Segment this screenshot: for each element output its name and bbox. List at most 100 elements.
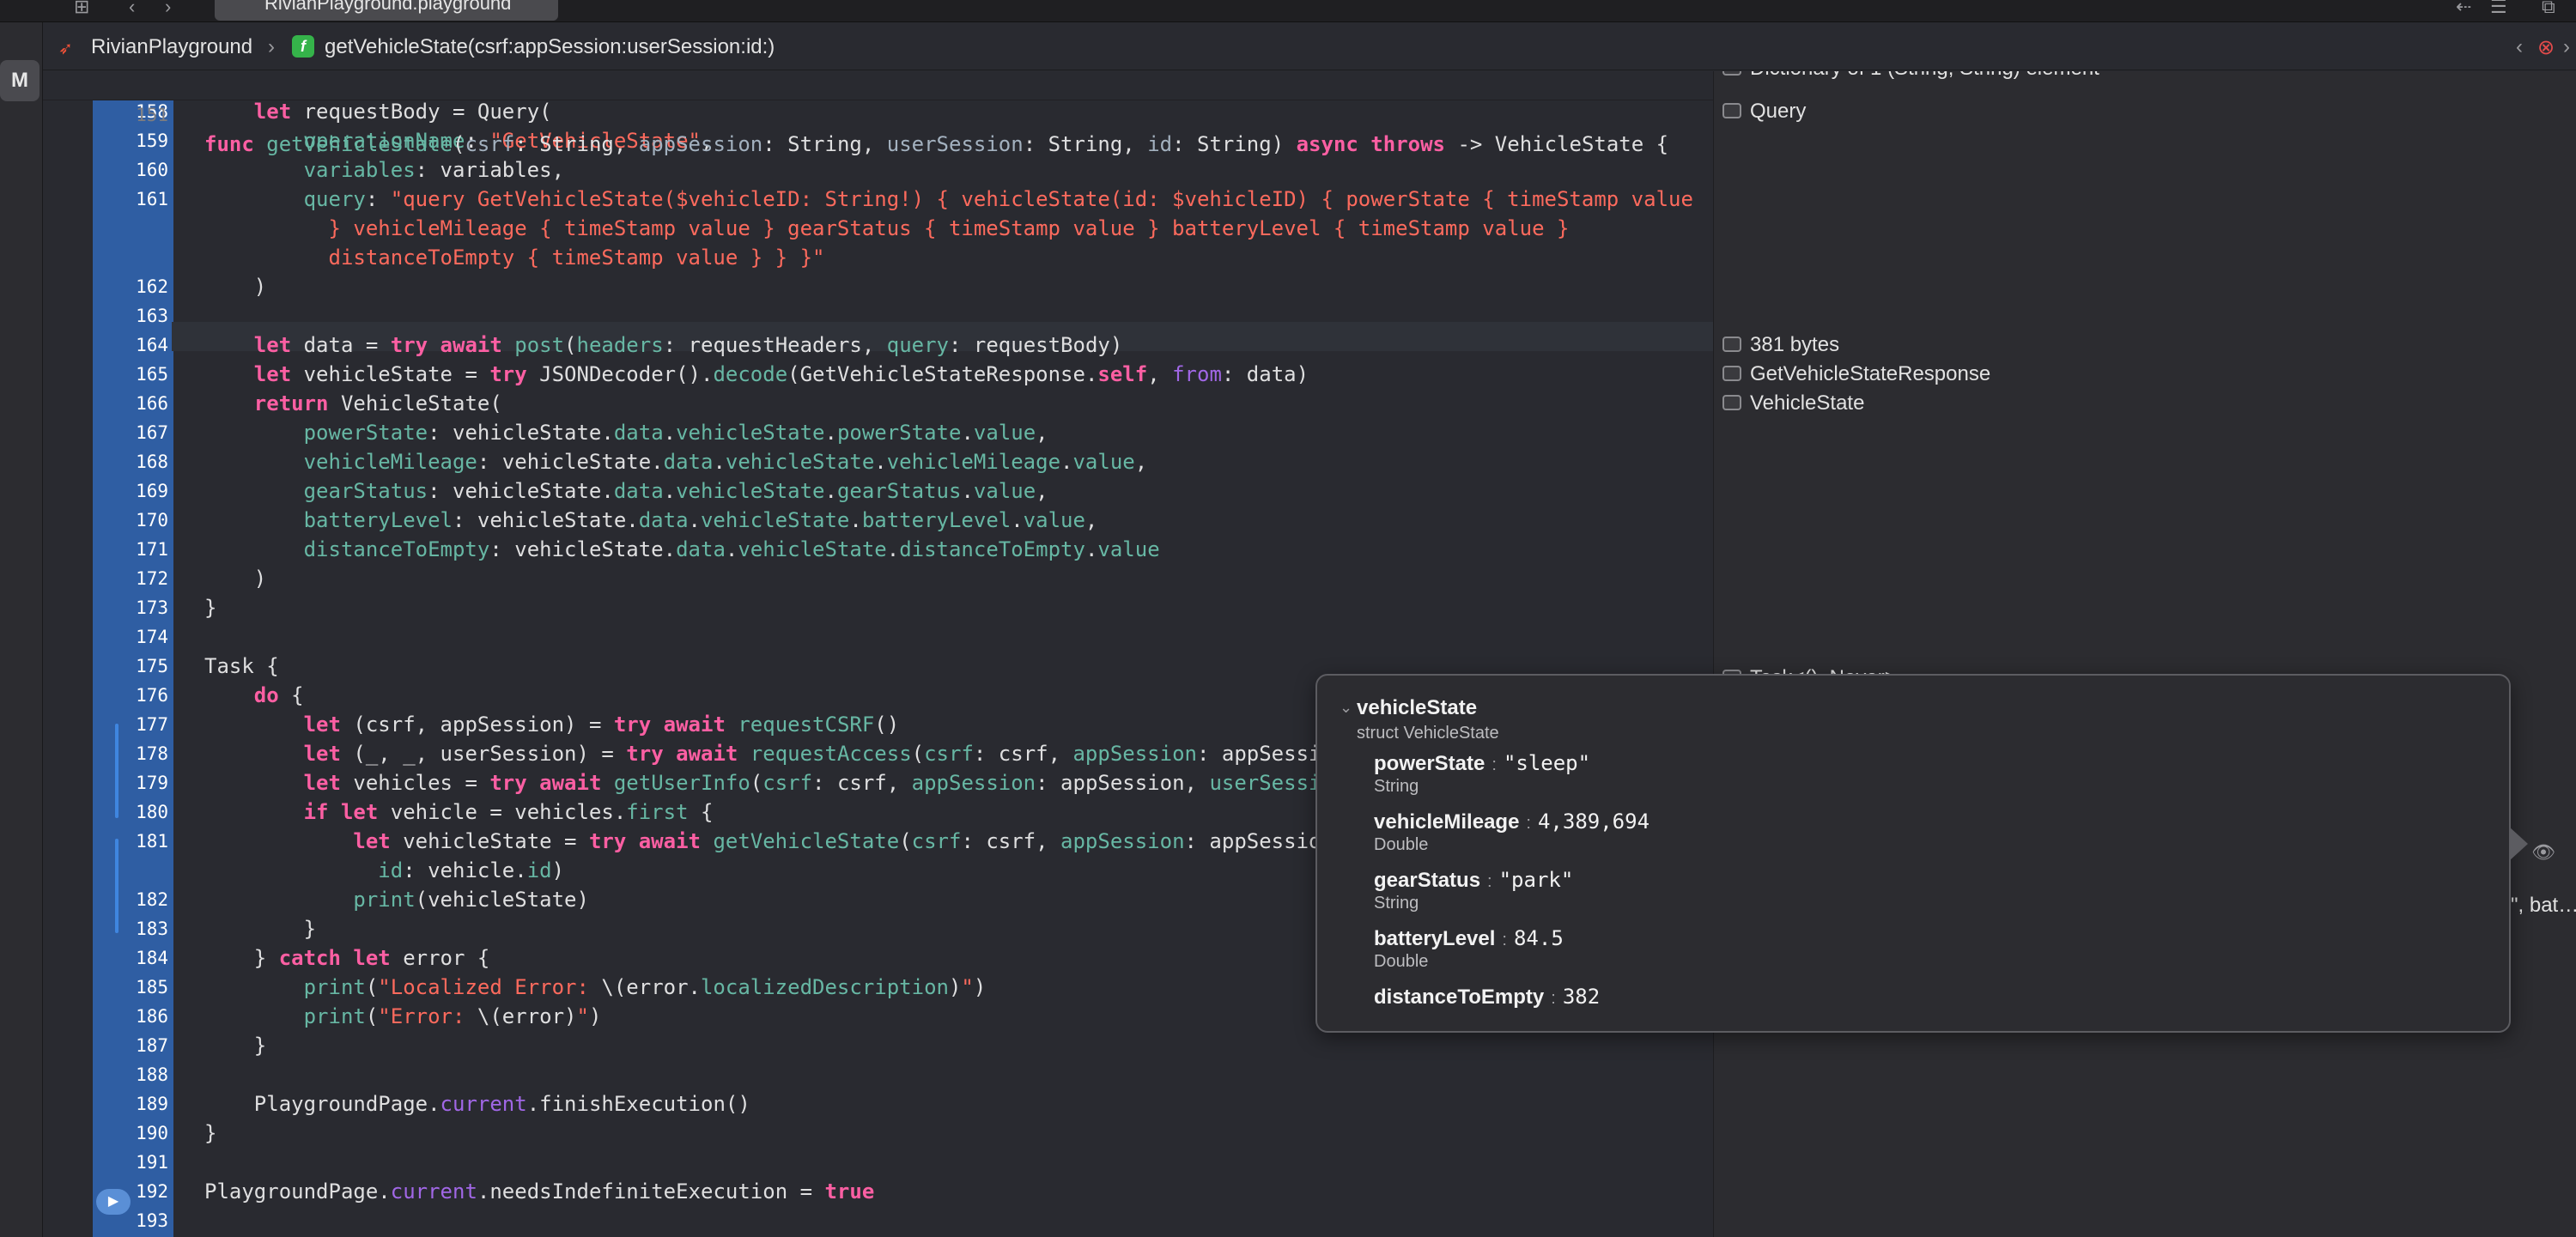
line-number[interactable]: 163 [94,301,168,330]
quick-look-icon[interactable] [1722,365,1741,381]
code-token: : vehicleState. [452,508,639,532]
line-number[interactable]: 164 [94,330,168,360]
code-line[interactable]: 190} [43,1119,1713,1148]
line-number[interactable]: 191 [94,1148,168,1177]
split-left-icon[interactable]: ⇠ [2456,0,2471,16]
code-token: id [526,858,552,882]
code-line[interactable]: } vehicleMileage { timeStamp value } gea… [43,214,1713,243]
code-token: decode [713,362,788,386]
line-number[interactable]: 177 [94,710,168,739]
line-number[interactable]: 162 [94,272,168,301]
result-item[interactable]: Dictionary of 1 (String, String) element [1722,71,2099,83]
code-line[interactable]: 170 batteryLevel: vehicleState.data.vehi… [43,506,1713,535]
code-line[interactable]: 162 ) [43,272,1713,301]
editor-options-icon[interactable]: ⧉ [2542,0,2555,16]
eye-icon[interactable]: 👁 [2531,841,2561,863]
result-item[interactable]: 381 bytes [1722,330,1839,360]
code-line[interactable]: 167 powerState: vehicleState.data.vehicl… [43,418,1713,447]
line-number[interactable]: 175 [94,652,168,681]
line-number[interactable]: 187 [94,1031,168,1060]
line-number[interactable]: 174 [94,622,168,652]
line-number[interactable]: 189 [94,1089,168,1119]
error-indicator-icon[interactable]: ⊗ [2537,35,2555,60]
modified-badge[interactable]: M [0,60,39,101]
line-number[interactable]: 169 [94,476,168,506]
code-token: . [849,508,862,532]
code-line[interactable]: 164 let data = try await post(headers: r… [43,330,1713,360]
code-line[interactable]: 191 [43,1148,1713,1177]
related-items-icon[interactable]: ☰ [2490,0,2507,16]
code-line[interactable]: 158 let requestBody = Query( [43,97,1713,126]
code-line[interactable]: 166 return VehicleState( [43,389,1713,418]
next-issue-icon[interactable]: › [2563,35,2570,59]
code-line[interactable]: 187 } [43,1031,1713,1060]
line-number[interactable]: 188 [94,1060,168,1089]
grid-icon[interactable]: ⊞ [74,0,89,16]
line-number[interactable]: 178 [94,739,168,768]
line-number[interactable]: 165 [94,360,168,389]
line-number[interactable]: 190 [94,1119,168,1148]
code-line[interactable]: 169 gearStatus: vehicleState.data.vehicl… [43,476,1713,506]
code-editor[interactable]: 158 let requestBody = Query(159 operatio… [43,71,1713,1237]
code-line[interactable]: 174 [43,622,1713,652]
line-number[interactable]: 186 [94,1002,168,1031]
code-line[interactable]: 171 distanceToEmpty: vehicleState.data.v… [43,535,1713,564]
code-token: -> VehicleState { [1445,132,1669,156]
breadcrumb-function[interactable]: getVehicleState(csrf:appSession:userSess… [325,35,775,59]
sticky-function-header[interactable]: 151 func getVehicleState(csrf: String, a… [43,71,1713,156]
forward-icon[interactable]: › [165,0,171,16]
line-number[interactable]: 182 [94,885,168,914]
line-number[interactable]: 171 [94,535,168,564]
code-line[interactable]: 193 [43,1206,1713,1235]
code-text: if let vehicle = vehicles.first { [204,797,714,827]
collapse-chevron-icon[interactable]: ⌄ [1340,699,1352,717]
result-item[interactable]: Query [1722,97,1806,126]
line-number[interactable]: 168 [94,447,168,476]
line-number[interactable]: 183 [94,914,168,943]
line-number[interactable]: 173 [94,593,168,622]
back-icon[interactable]: ‹ [129,0,135,16]
code-line[interactable]: 188 [43,1060,1713,1089]
line-number[interactable]: 181 [94,827,168,856]
line-number[interactable]: 159 [94,126,168,155]
result-item[interactable]: VehicleState [1722,389,1864,418]
code-line[interactable]: 173} [43,593,1713,622]
line-number[interactable]: 180 [94,797,168,827]
line-number[interactable]: 179 [94,768,168,797]
code-line[interactable]: 172 ) [43,564,1713,593]
line-number[interactable]: 166 [94,389,168,418]
result-item[interactable]: GetVehicleStateResponse [1722,360,1990,389]
code-line[interactable]: 192 PlaygroundPage.current.needsIndefinit… [43,1177,1713,1206]
code-line[interactable]: 168 vehicleMileage: vehicleState.data.ve… [43,447,1713,476]
line-number[interactable]: 160 [94,155,168,185]
run-to-line-button[interactable]: ▶ [96,1189,131,1215]
quick-look-icon[interactable] [1722,394,1741,410]
line-number[interactable]: 170 [94,506,168,535]
line-number[interactable]: 172 [94,564,168,593]
breadcrumb-project[interactable]: RivianPlayground [91,35,252,59]
field-name: gearStatus [1374,869,1481,892]
code-line[interactable]: distanceToEmpty { timeStamp value } } }" [43,243,1713,272]
code-token: : variables, [415,158,565,182]
result-label: Dictionary of 1 (String, String) element [1750,71,2099,80]
code-token: data [676,537,726,561]
code-line[interactable]: 160 variables: variables, [43,155,1713,185]
quick-look-icon[interactable] [1722,336,1741,352]
code-token: do [253,683,279,707]
code-token: ( [365,1004,379,1028]
line-number[interactable]: 185 [94,973,168,1002]
code-line[interactable]: 189 PlaygroundPage.current.finishExecuti… [43,1089,1713,1119]
line-number[interactable]: 167 [94,418,168,447]
line-number[interactable]: 176 [94,681,168,710]
tab-playground[interactable]: RivianPlayground.playground [215,0,558,21]
line-number[interactable]: 161 [94,185,168,214]
code-token: , [1036,421,1048,445]
quick-look-icon[interactable] [1722,102,1741,118]
line-number[interactable]: 184 [94,943,168,973]
code-line[interactable]: 163 [43,301,1713,330]
code-line[interactable]: 161 query: "query GetVehicleState($vehic… [43,185,1713,214]
code-line[interactable]: 165 let vehicleState = try JSONDecoder()… [43,360,1713,389]
previous-issue-icon[interactable]: ‹ [2516,35,2523,59]
